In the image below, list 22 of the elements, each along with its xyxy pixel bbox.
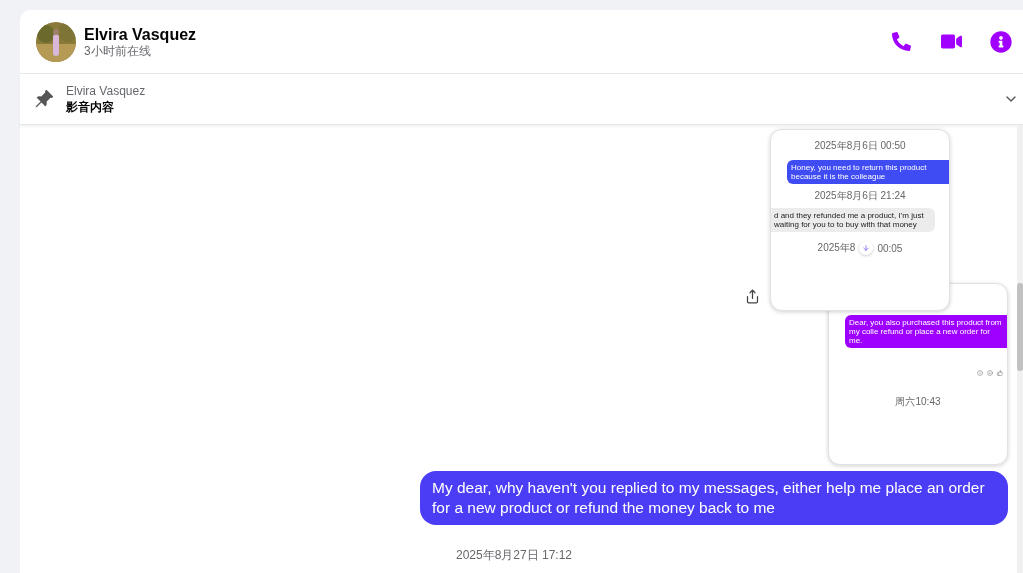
pin-icon: [34, 89, 54, 109]
pinned-message: 影音内容: [66, 98, 115, 115]
screenshot-timestamp: 2025年8: [817, 241, 856, 255]
phone-icon: [891, 32, 911, 51]
message-timestamp: 2025年8月27日 17:12: [455, 547, 573, 564]
message-bubble: My dear, why haven't you replied to my messages, either help me place an order for a new product or refund the money back to me: [420, 471, 1008, 525]
screenshot-attachment[interactable]: 2025年8月6日 00:50 Honey, you need to return this product because it is the colleague 2025年8月6日 21:24 d and they refunded me a product, I'm just waiting for you to to buy with that money 2025年8 00:05: [770, 129, 950, 311]
screenshot-message-bubble: Dear, you also purchased this product from my colle refund or place a new order for me.: [845, 315, 1007, 348]
screenshot-timestamp: 周六10:43: [895, 395, 941, 409]
online-status: 3小时前在线: [84, 44, 152, 58]
screenshot-timestamp: 2025年8月6日 21:24: [814, 189, 906, 203]
contact-name: Elvira Vasquez: [84, 25, 198, 44]
call-button[interactable]: [889, 29, 913, 54]
thumbs-up-icon: [997, 370, 1003, 376]
screenshot-timestamp: 2025年8月6日 00:50: [814, 139, 906, 153]
screenshot-message-bubble: Honey, you need to return this product because it is the colleague: [787, 160, 949, 184]
screenshot-attachment[interactable]: Dear, you also purchased this product from my colle refund or place a new order for me. 周六10:43: [828, 283, 1008, 465]
screenshot-message-bubble: d and they refunded me a product, I'm just waiting for you to to buy with that money: [771, 208, 935, 232]
screenshot-timestamp: 00:05: [877, 242, 903, 254]
scrollbar-thumb[interactable]: [1017, 283, 1023, 371]
share-button[interactable]: [745, 289, 760, 304]
pinned-sender: Elvira Vasquez: [66, 83, 147, 99]
